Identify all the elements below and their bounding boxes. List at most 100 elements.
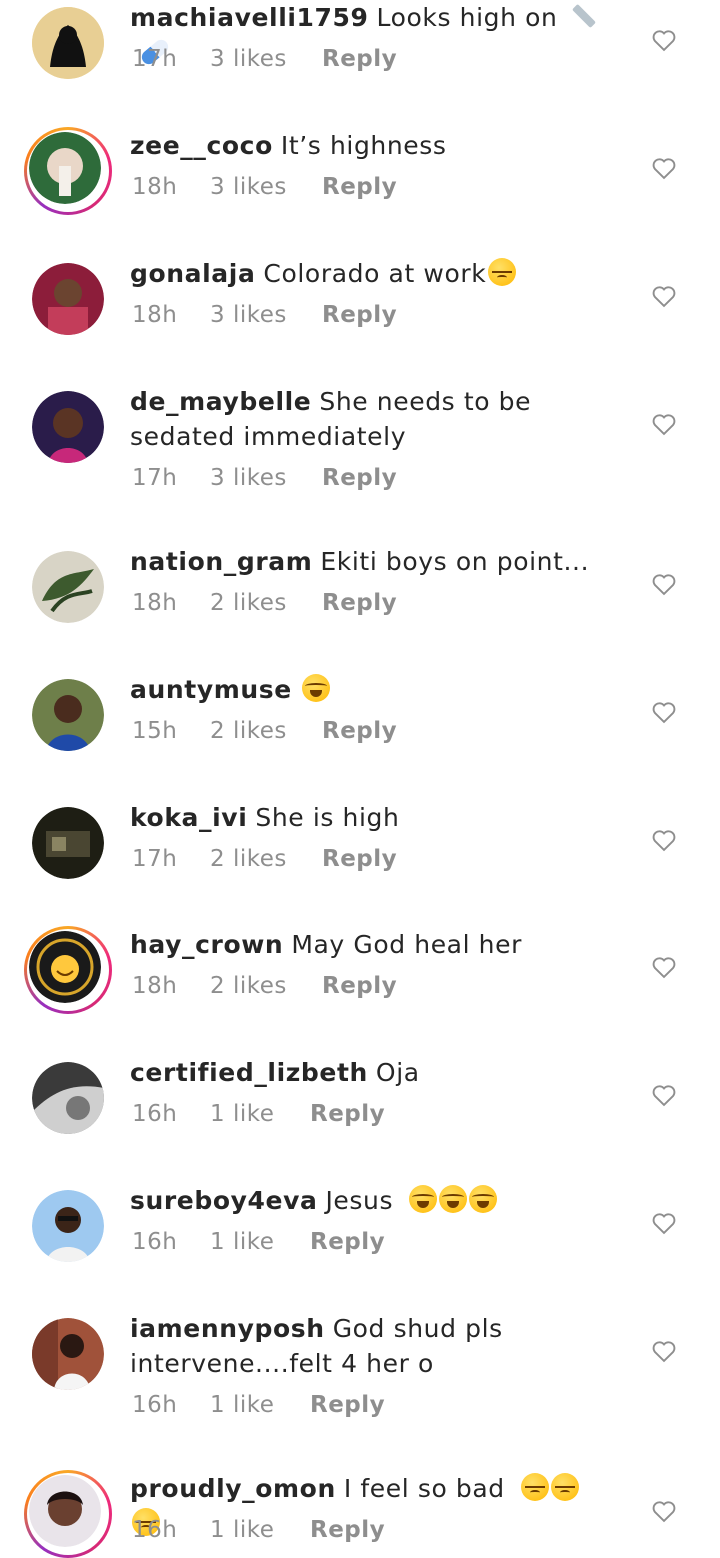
comment-time: 16h (132, 1392, 178, 1418)
reply-button[interactable]: Reply (322, 302, 397, 328)
avatar-image (32, 679, 104, 751)
comment-time: 17h (132, 46, 178, 72)
heart-outline-icon[interactable] (650, 826, 678, 854)
heart-outline-icon[interactable] (650, 26, 678, 54)
comment-text: She is high (255, 803, 400, 832)
avatar-image (29, 931, 101, 1003)
comment-likes[interactable]: 3 likes (210, 302, 322, 328)
comment-username[interactable]: proudly_omon (130, 1474, 336, 1503)
reply-button[interactable]: Reply (322, 465, 397, 491)
comment-username[interactable]: koka_ivi (130, 803, 247, 832)
heart-outline-icon[interactable] (650, 953, 678, 981)
comment-text: Ekiti boys on point... (320, 547, 590, 576)
heart-outline-icon[interactable] (650, 282, 678, 310)
comment-username[interactable]: de_maybelle (130, 387, 311, 416)
comment-time: 18h (132, 973, 178, 999)
avatar-image (32, 391, 104, 463)
reply-button[interactable]: Reply (310, 1517, 385, 1543)
syringe-icon (572, 3, 597, 29)
comment-likes[interactable]: 2 likes (210, 718, 322, 744)
comment-likes[interactable]: 2 likes (210, 846, 322, 872)
comment-time: 16h (132, 1101, 178, 1127)
comment-likes[interactable]: 1 like (210, 1517, 310, 1543)
story-ring (24, 127, 112, 215)
avatar-image (32, 7, 104, 79)
heart-outline-icon[interactable] (650, 1209, 678, 1237)
avatar-image (32, 807, 104, 879)
comment-text: It’s highness (280, 131, 447, 160)
comment-text: May God heal her (291, 930, 522, 959)
avatar[interactable] (24, 926, 112, 1014)
comment-likes[interactable]: 3 likes (210, 46, 322, 72)
comment-username[interactable]: zee__coco (130, 131, 273, 160)
reply-button[interactable]: Reply (322, 846, 397, 872)
comment-text: I feel so bad (343, 1474, 505, 1503)
comment-text: Looks high on (376, 3, 558, 32)
heart-outline-icon[interactable] (650, 1497, 678, 1525)
comment-likes[interactable]: 1 like (210, 1101, 310, 1127)
avatar[interactable] (32, 1190, 104, 1262)
comment-username[interactable]: nation_gram (130, 547, 312, 576)
comment-time: 16h (132, 1229, 178, 1255)
comment-username[interactable]: sureboy4eva (130, 1186, 317, 1215)
comment-username[interactable]: auntymuse (130, 675, 292, 704)
comment-text: Oja (375, 1058, 420, 1087)
comment-likes[interactable]: 2 likes (210, 973, 322, 999)
comment-username[interactable]: iamennyposh (130, 1314, 325, 1343)
reply-button[interactable]: Reply (310, 1392, 385, 1418)
reply-button[interactable]: Reply (322, 590, 397, 616)
heart-outline-icon[interactable] (650, 1081, 678, 1109)
comment-likes[interactable]: 2 likes (210, 590, 322, 616)
comment-time: 16h (132, 1517, 178, 1543)
avatar[interactable] (32, 551, 104, 623)
comment-time: 18h (132, 590, 178, 616)
avatar[interactable] (32, 807, 104, 879)
avatar[interactable] (32, 263, 104, 335)
comment-text: Colorado at work (263, 259, 487, 288)
heart-outline-icon[interactable] (650, 410, 678, 438)
comment-username[interactable]: hay_crown (130, 930, 283, 959)
avatar[interactable] (32, 1062, 104, 1134)
comment-likes[interactable]: 1 like (210, 1392, 310, 1418)
pensive-face-icon (550, 1473, 579, 1501)
story-ring (24, 1470, 112, 1558)
comment-time: 18h (132, 174, 178, 200)
avatar-image (32, 551, 104, 623)
reply-button[interactable]: Reply (310, 1101, 385, 1127)
avatar-image (32, 263, 104, 335)
pensive-face-icon (520, 1473, 549, 1501)
heart-outline-icon[interactable] (650, 154, 678, 182)
avatar[interactable] (32, 679, 104, 751)
avatar-image (32, 1062, 104, 1134)
loudly-crying-face-icon (409, 1185, 438, 1213)
reply-button[interactable]: Reply (322, 973, 397, 999)
comment-time: 17h (132, 846, 178, 872)
reply-button[interactable]: Reply (310, 1229, 385, 1255)
comment-likes[interactable]: 1 like (210, 1229, 310, 1255)
avatar[interactable] (32, 7, 104, 79)
comment-likes[interactable]: 3 likes (210, 174, 322, 200)
comment-username[interactable]: gonalaja (130, 259, 255, 288)
reply-button[interactable]: Reply (322, 46, 397, 72)
comment-username[interactable]: machiavelli1759 (130, 3, 369, 32)
heart-outline-icon[interactable] (650, 570, 678, 598)
avatar[interactable] (32, 1318, 104, 1390)
loudly-crying-face-icon (301, 674, 330, 702)
avatar[interactable] (32, 391, 104, 463)
avatar-image (29, 1475, 101, 1547)
avatar-image (32, 1318, 104, 1390)
avatar-image (29, 132, 101, 204)
loudly-crying-face-icon (439, 1185, 468, 1213)
avatar[interactable] (24, 127, 112, 215)
comment-time: 18h (132, 302, 178, 328)
comment-time: 17h (132, 465, 178, 491)
reply-button[interactable]: Reply (322, 718, 397, 744)
heart-outline-icon[interactable] (650, 698, 678, 726)
avatar[interactable] (24, 1470, 112, 1558)
comment-username[interactable]: certified_lizbeth (130, 1058, 368, 1087)
comment-likes[interactable]: 3 likes (210, 465, 322, 491)
comment-text: Jesus (325, 1186, 394, 1215)
reply-button[interactable]: Reply (322, 174, 397, 200)
heart-outline-icon[interactable] (650, 1337, 678, 1365)
loudly-crying-face-icon (469, 1185, 498, 1213)
